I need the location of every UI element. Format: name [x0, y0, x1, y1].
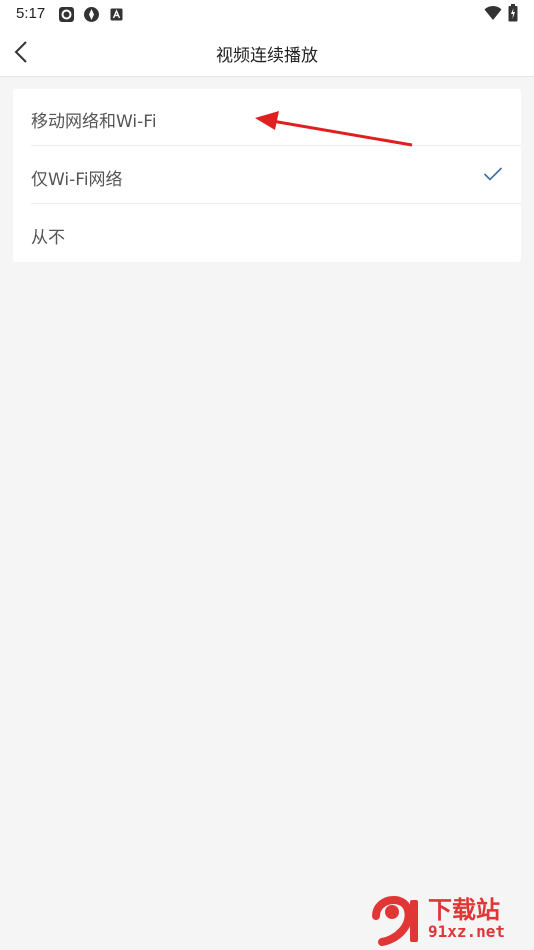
- watermark-brand: 下载站: [428, 896, 500, 924]
- annotation-arrow: [255, 111, 413, 147]
- watermark-site: 91xz.net: [428, 922, 506, 941]
- watermark-logo: 下载站 91xz.net: [368, 884, 534, 950]
